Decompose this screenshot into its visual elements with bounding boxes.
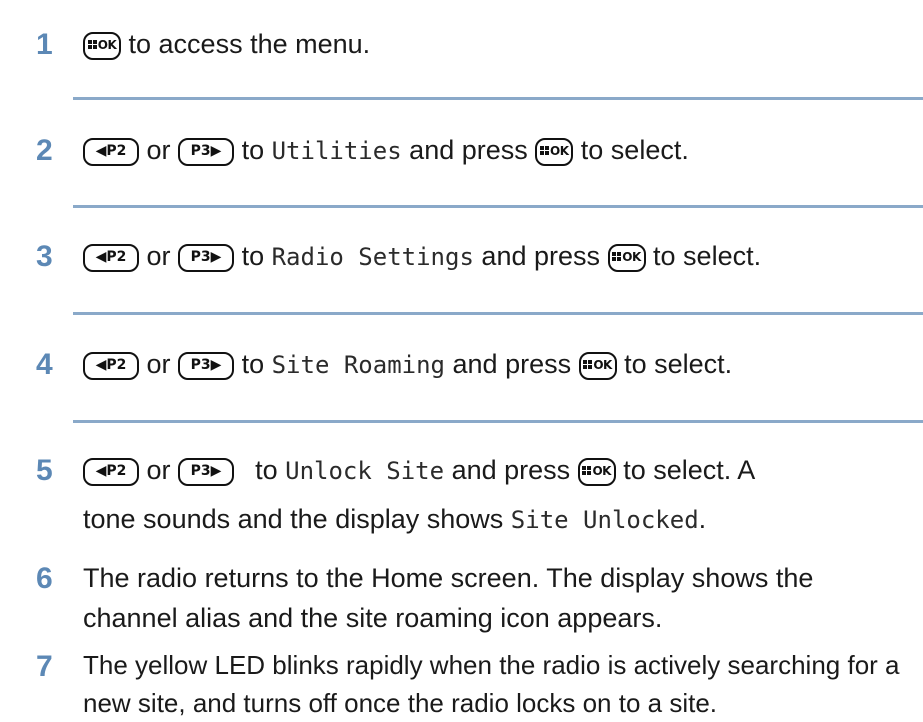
menu-item-name: Utilities [271,137,402,165]
p2-left-key-icon: ◀P2 [83,244,139,272]
step-number: 6 [36,562,53,595]
menu-ok-key-icon: OK [577,458,616,486]
menu-item-name: Radio Settings [271,243,474,271]
step-text: ◀P2 or P3▶ to Utilities and press OK to … [83,126,919,175]
display-message: Site Unlocked [510,506,699,534]
p3-right-key-icon: P3▶ [178,458,235,486]
step-text: ◀P2 or P3▶ to Radio Settings and press O… [83,232,919,281]
menu-ok-key-icon: OK [578,352,617,380]
step-text: The radio returns to the Home screen. Th… [83,563,814,633]
p2-left-key-icon: ◀P2 [83,352,139,380]
step-number: 7 [36,650,53,683]
menu-ok-key-icon: OK [607,244,646,272]
p2-left-key-icon: ◀P2 [83,458,139,486]
step-number: 4 [36,348,53,381]
step-number: 3 [36,240,53,273]
step-number: 1 [36,28,53,61]
menu-item-name: Unlock Site [285,457,445,485]
menu-item-name: Site Roaming [271,351,445,379]
step-number: 2 [36,134,53,167]
step-text: ◀P2 or P3▶ to Site Roaming and press OK … [83,340,919,389]
menu-ok-key-icon: OK [535,138,574,166]
p3-right-key-icon: P3▶ [178,352,235,380]
menu-ok-key-icon: OK [83,32,121,60]
divider [73,312,923,315]
p3-right-key-icon: P3▶ [178,138,235,166]
step-text: OK to access the menu. [83,20,919,68]
p2-left-key-icon: ◀P2 [83,138,139,166]
divider [73,420,923,423]
step-text: The yellow LED blinks rapidly when the r… [83,650,900,718]
step-number: 5 [36,454,53,487]
divider [73,97,923,100]
divider [73,205,923,208]
step-text: ◀P2 or P3▶ to Unlock Site and press OK t… [83,455,756,534]
p3-right-key-icon: P3▶ [178,244,235,272]
